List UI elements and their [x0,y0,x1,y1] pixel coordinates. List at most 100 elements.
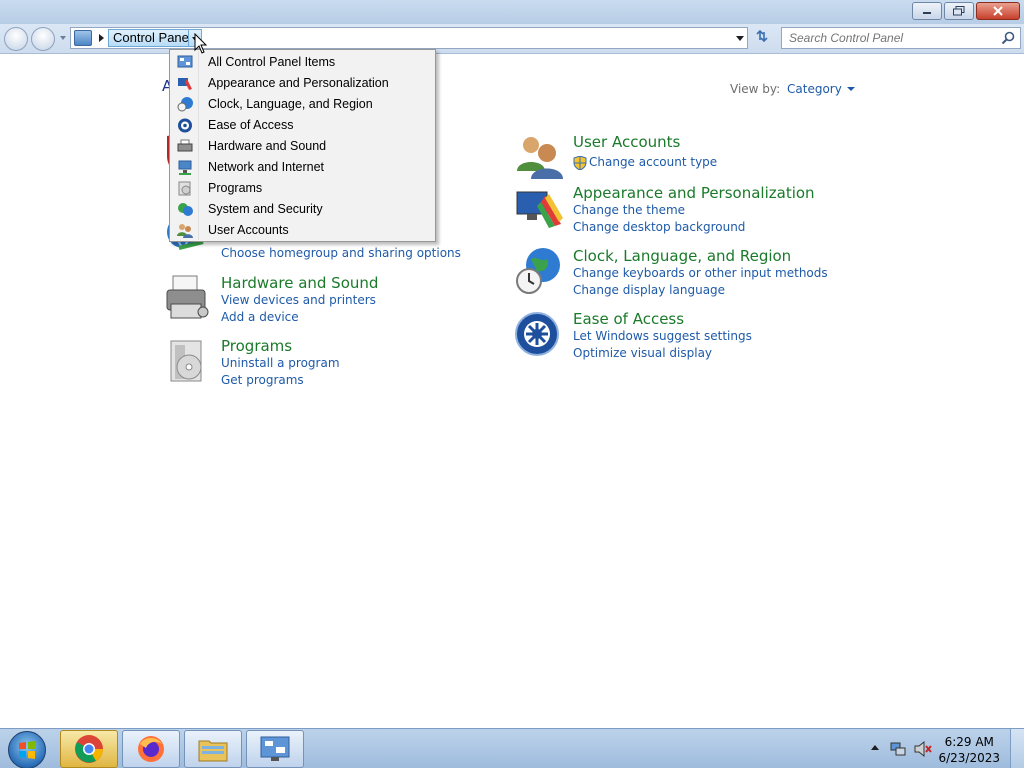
chrome-icon [75,735,103,763]
windows-logo-icon [19,741,35,759]
menu-item-clock-language-region[interactable]: Clock, Language, and Region [172,94,433,115]
volume-muted-icon[interactable] [914,741,932,757]
control-panel-icon [74,30,92,46]
link-let-windows-suggest[interactable]: Let Windows suggest settings [573,329,752,343]
address-history-dropdown[interactable] [736,36,744,41]
window-controls [912,2,1020,20]
printer-icon[interactable] [163,274,211,322]
category-title[interactable]: Hardware and Sound [221,274,378,292]
uac-shield-icon [573,156,587,170]
recent-pages-dropdown[interactable] [60,36,66,40]
start-button[interactable] [8,731,46,768]
system-tray: 6:29 AM 6/23/2023 [862,729,1024,768]
back-button[interactable] [4,27,28,51]
users-icon [177,224,193,238]
link-change-account-type[interactable]: Change account type [589,155,717,169]
link-change-desktop-background[interactable]: Change desktop background [573,220,745,234]
refresh-icon [756,29,768,43]
address-bar[interactable]: Control Panel [70,27,748,49]
users-icon[interactable] [515,133,563,181]
menu-item-hardware-sound[interactable]: Hardware and Sound [172,136,433,157]
shield-icon [178,203,193,216]
menu-item-label: Ease of Access [208,118,294,132]
link-uninstall-program[interactable]: Uninstall a program [221,356,340,370]
category-user-accounts: User Accounts Change account type [515,133,805,185]
menu-item-ease-of-access[interactable]: Ease of Access [172,115,433,136]
network-status-icon[interactable] [890,741,906,757]
menu-item-user-accounts[interactable]: User Accounts [172,220,433,241]
link-change-theme[interactable]: Change the theme [573,203,685,217]
ease-of-access-icon[interactable] [515,310,563,358]
menu-item-label: Appearance and Personalization [208,76,389,90]
category-ease-of-access: Ease of Access Let Windows suggest setti… [515,310,815,362]
category-appearance-personalization: Appearance and Personalization Change th… [515,184,815,236]
show-hidden-icons-button[interactable] [871,745,879,750]
globe-clock-icon [177,97,193,112]
breadcrumb-separator-icon[interactable] [99,34,104,42]
firefox-icon [138,736,164,762]
menu-item-label: User Accounts [208,223,289,237]
search-input[interactable] [789,28,999,48]
clock-time: 6:29 AM [944,735,994,749]
menu-item-all-control-panel-items[interactable]: All Control Panel Items [172,52,433,73]
menu-item-label: Hardware and Sound [208,139,327,153]
category-title[interactable]: User Accounts [573,133,680,151]
category-title[interactable]: Appearance and Personalization [573,184,815,202]
taskbar: 6:29 AM 6/23/2023 [0,728,1024,768]
show-desktop-button[interactable] [1010,729,1024,768]
taskbar-chrome[interactable] [60,730,118,768]
display-icon[interactable] [515,184,563,232]
ease-of-access-icon [178,118,192,133]
mouse-cursor-icon [194,33,208,54]
window-title-bar [0,0,1024,24]
printer-icon [177,139,193,152]
menu-item-programs[interactable]: Programs [172,178,433,199]
control-panel-icon [260,736,290,761]
menu-item-system-security[interactable]: System and Security [172,199,433,220]
refresh-button[interactable] [752,28,772,48]
category-clock-language-region: Clock, Language, and Region Change keybo… [515,247,828,299]
view-by-label: View by: [730,82,781,96]
search-box[interactable] [781,27,1021,49]
link-get-programs[interactable]: Get programs [221,373,304,387]
clock[interactable]: 6:29 AM 6/23/2023 [938,734,1000,766]
link-change-keyboards-input[interactable]: Change keyboards or other input methods [573,266,828,280]
clock-date: 6/23/2023 [938,751,1000,765]
menu-item-label: Clock, Language, and Region [208,97,373,111]
taskbar-firefox[interactable] [122,730,180,768]
menu-item-label: Network and Internet [208,160,325,174]
category-title[interactable]: Ease of Access [573,310,684,328]
search-icon[interactable] [1001,31,1015,45]
programs-icon [178,181,191,196]
close-icon [993,6,1003,16]
close-button[interactable] [976,2,1020,20]
navigation-bar: Control Panel [0,24,1024,54]
menu-item-appearance-personalization[interactable]: Appearance and Personalization [172,73,433,94]
programs-icon[interactable] [163,337,211,385]
restore-button[interactable] [944,2,974,20]
category-programs: Programs Uninstall a program Get program… [163,337,453,389]
link-choose-homegroup-sharing[interactable]: Choose homegroup and sharing options [221,246,461,260]
forward-button[interactable] [31,27,55,51]
menu-item-network-internet[interactable]: Network and Internet [172,157,433,178]
file-explorer-icon [198,740,228,762]
minimize-button[interactable] [912,2,942,20]
menu-item-label: System and Security [208,202,323,216]
view-by-dropdown[interactable]: Category [787,82,855,96]
link-view-devices-printers[interactable]: View devices and printers [221,293,376,307]
globe-clock-icon[interactable] [515,247,563,295]
network-icon [178,160,192,175]
breadcrumb-control-panel[interactable]: Control Panel [108,29,197,47]
link-optimize-visual-display[interactable]: Optimize visual display [573,346,712,360]
category-hardware-sound: Hardware and Sound View devices and prin… [163,274,453,326]
taskbar-file-explorer[interactable] [184,730,242,768]
category-title[interactable]: Programs [221,337,292,355]
category-title[interactable]: Clock, Language, and Region [573,247,791,265]
display-icon [178,78,192,90]
menu-item-label: Programs [208,181,263,195]
link-add-device[interactable]: Add a device [221,310,299,324]
control-panel-content: A View by: Category Choose homegroup and… [0,55,1024,728]
taskbar-control-panel[interactable] [246,730,304,768]
menu-item-label: All Control Panel Items [208,55,336,69]
link-change-display-language[interactable]: Change display language [573,283,725,297]
